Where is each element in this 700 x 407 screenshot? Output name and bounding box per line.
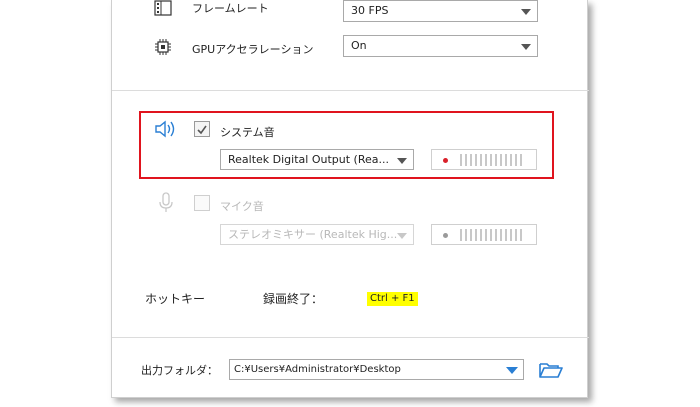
- hotkey-action-label: 録画終了：: [263, 292, 324, 306]
- hotkey-value[interactable]: Ctrl + F1: [367, 292, 418, 306]
- speaker-icon: [155, 120, 175, 138]
- system-audio-label: システム音: [220, 126, 275, 139]
- output-folder-path: C:¥Users¥Administrator¥Desktop: [234, 364, 401, 375]
- section-divider: [112, 337, 589, 338]
- system-audio-level-meter: [431, 149, 537, 170]
- chip-icon: [155, 39, 171, 55]
- chevron-down-icon: [397, 158, 407, 164]
- framerate-label: フレームレート: [192, 2, 269, 15]
- system-audio-device-select[interactable]: Realtek Digital Output (Rea...: [220, 149, 414, 170]
- chevron-down-icon: [521, 9, 531, 15]
- gpu-select[interactable]: On: [343, 35, 538, 57]
- chevron-down-icon: [397, 233, 407, 239]
- settings-panel: フレームレート 30 FPS GPUアクセラレーション On システム音 Rea…: [111, 0, 589, 398]
- folder-open-icon[interactable]: [539, 361, 563, 379]
- gpu-value: On: [351, 39, 367, 52]
- mic-device-value: ステレオミキサー (Realtek Hig...: [228, 228, 398, 241]
- level-dot: [443, 233, 448, 238]
- level-dot: [443, 158, 448, 163]
- chevron-down-icon[interactable]: [506, 367, 518, 374]
- checkmark-icon: [197, 125, 207, 135]
- mic-level-meter: [431, 224, 537, 245]
- output-folder-label: 出力フォルダ：: [141, 364, 218, 377]
- system-audio-checkbox[interactable]: [194, 121, 210, 137]
- framerate-select[interactable]: 30 FPS: [343, 0, 538, 22]
- hotkey-label: ホットキー: [145, 292, 206, 306]
- output-folder-input[interactable]: C:¥Users¥Administrator¥Desktop: [229, 359, 524, 380]
- section-divider: [112, 90, 589, 91]
- chevron-down-icon: [521, 44, 531, 50]
- mic-device-select[interactable]: ステレオミキサー (Realtek Hig...: [220, 224, 414, 245]
- gpu-label: GPUアクセラレーション: [192, 43, 314, 56]
- mic-audio-checkbox[interactable]: [194, 195, 210, 211]
- film-icon: [154, 0, 172, 16]
- microphone-icon: [159, 192, 173, 212]
- framerate-value: 30 FPS: [351, 4, 389, 17]
- mic-audio-label: マイク音: [220, 200, 264, 213]
- system-audio-device-value: Realtek Digital Output (Rea...: [228, 153, 389, 166]
